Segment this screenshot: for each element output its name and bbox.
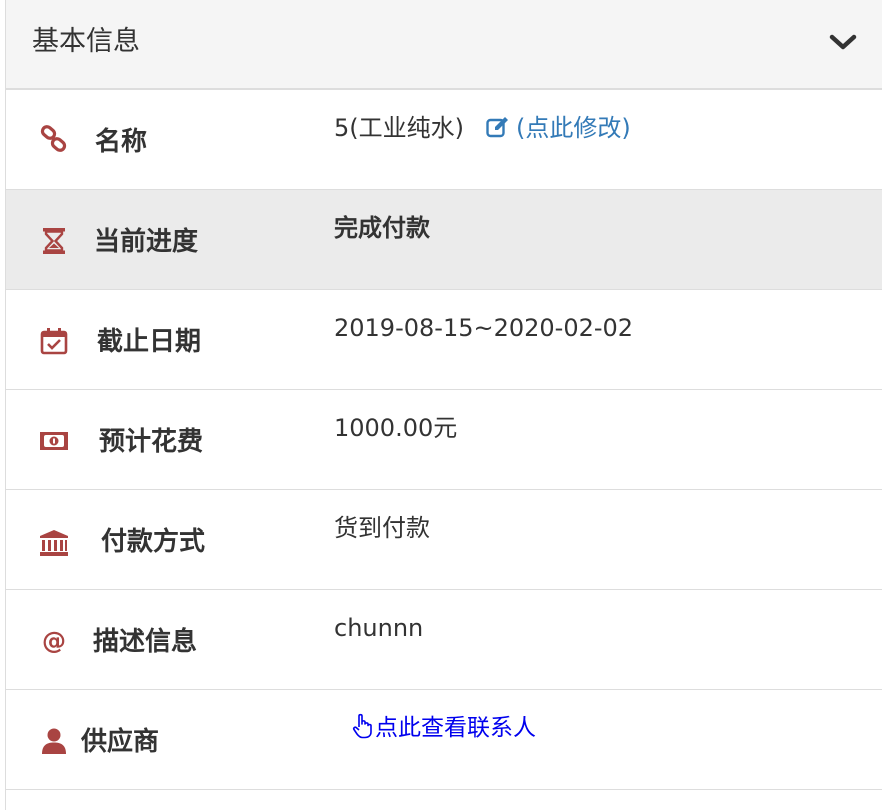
row-progress: 当前进度 完成付款 [6,190,882,290]
money-icon [39,426,69,456]
at-icon: @ [39,626,69,656]
edit-name-link[interactable]: (点此修改) [486,112,631,144]
row-deadline: 截止日期 2019-08-15~2020-02-02 [6,290,882,390]
row-payment: 付款方式 货到付款 [6,490,882,590]
calendar-check-icon [39,326,69,356]
row-label-name: 名称 [95,127,148,157]
row-label-progress: 当前进度 [94,227,199,257]
bank-icon [39,528,69,558]
row-value-deadline: 2019-08-15~2020-02-02 [334,314,634,342]
edit-icon [486,117,508,138]
row-value-payment: 货到付款 [334,514,430,542]
basic-info-panel: 基本信息 名称 5(工业纯水) (点此修改) 当前进度 完成付款 截止日期 20… [5,0,882,810]
row-label-deadline: 截止日期 [97,327,202,357]
row-cost: 预计花费 1000.00元 [6,390,882,490]
row-label-cost: 预计花费 [99,427,204,457]
row-value-progress: 完成付款 [334,214,430,242]
hourglass-icon [39,226,69,256]
link-icon [39,124,69,154]
row-value-cost: 1000.00元 [334,414,458,442]
hand-pointer-icon [352,713,372,739]
row-label-description: 描述信息 [93,627,198,657]
row-value-name: 5(工业纯水) (点此修改) [334,112,631,144]
row-label-supplier: 供应商 [81,727,160,757]
svg-text:@: @ [42,627,66,655]
row-label-payment: 付款方式 [101,527,206,557]
panel-header[interactable]: 基本信息 [6,0,882,90]
view-contact-link[interactable]: 点此查看联系人 [352,712,536,744]
row-description: @ 描述信息 chunnn [6,590,882,690]
panel-title: 基本信息 [32,26,140,57]
view-contact-label: 点此查看联系人 [375,715,536,741]
chevron-down-icon[interactable] [829,32,857,52]
row-name: 名称 5(工业纯水) (点此修改) [6,90,882,190]
name-value: 5(工业纯水) [334,114,464,142]
row-value-description: chunnn [334,614,424,642]
user-icon [39,726,69,756]
row-supplier: 供应商 点此查看联系人 [6,690,882,790]
edit-link-label: (点此修改) [516,114,631,142]
